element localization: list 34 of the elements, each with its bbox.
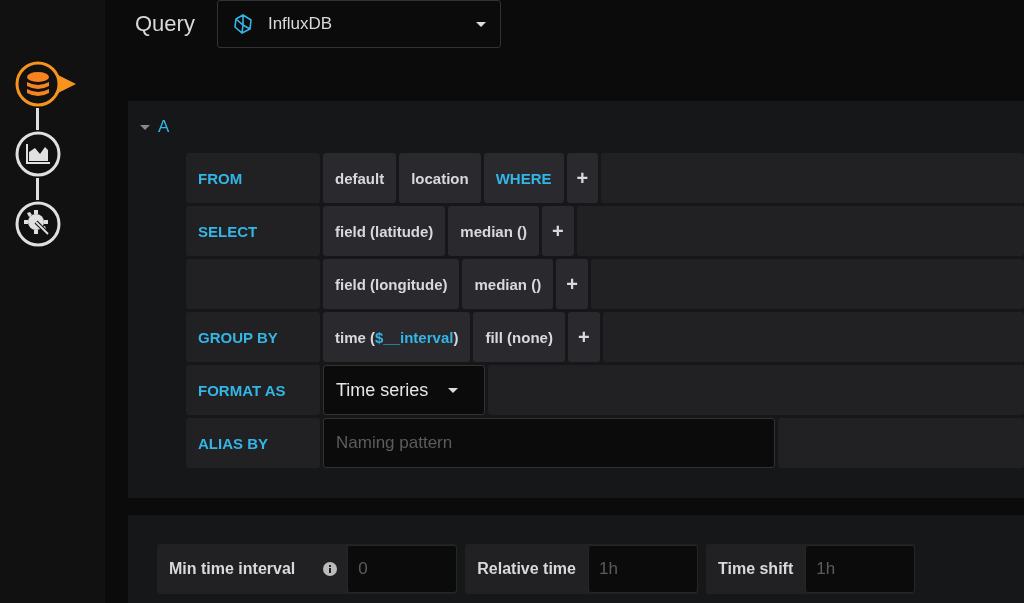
influxdb-icon — [231, 13, 254, 35]
query-segment[interactable]: field (longitude) — [323, 259, 460, 309]
row-label: FORMAT AS — [186, 365, 320, 415]
option-label: Min time interval — [168, 560, 297, 578]
add-button[interactable]: + — [566, 153, 599, 203]
query-segment[interactable]: median () — [462, 259, 554, 309]
query-segment[interactable]: location — [399, 153, 481, 203]
row-label: GROUP BY — [186, 312, 320, 362]
option-input[interactable]: 0 — [347, 545, 458, 593]
option-label: Relative time — [476, 560, 577, 578]
datasource-dropdown[interactable]: InfluxDB — [216, 0, 501, 48]
query-segment[interactable]: default — [323, 153, 397, 203]
database-icon[interactable] — [14, 60, 78, 108]
add-button[interactable]: + — [567, 312, 600, 362]
option-label: Time shift — [716, 560, 795, 578]
option-input[interactable]: 1h — [587, 545, 698, 593]
info-icon[interactable] — [323, 562, 338, 576]
query-segment[interactable]: field (latitude) — [323, 206, 446, 256]
add-button[interactable]: + — [556, 259, 588, 309]
row-label: ALIAS BY — [186, 418, 320, 468]
where-segment[interactable]: WHERE — [483, 153, 564, 203]
row-label: FROM — [186, 153, 320, 203]
query-segment[interactable]: median () — [448, 206, 539, 256]
area-chart-icon[interactable] — [14, 130, 62, 178]
caret-icon — [475, 21, 486, 27]
alias-input[interactable]: Naming pattern — [323, 418, 775, 468]
option-input[interactable]: 1h — [805, 545, 916, 593]
row-label: SELECT — [186, 206, 320, 256]
query-title: Query — [135, 11, 195, 37]
query-segment[interactable]: time ($__interval) — [323, 312, 471, 362]
query-segment[interactable]: fill (none) — [473, 312, 565, 362]
format-dropdown[interactable]: Time series — [323, 365, 485, 415]
settings-icon[interactable] — [14, 200, 62, 248]
add-button[interactable]: + — [542, 206, 574, 256]
